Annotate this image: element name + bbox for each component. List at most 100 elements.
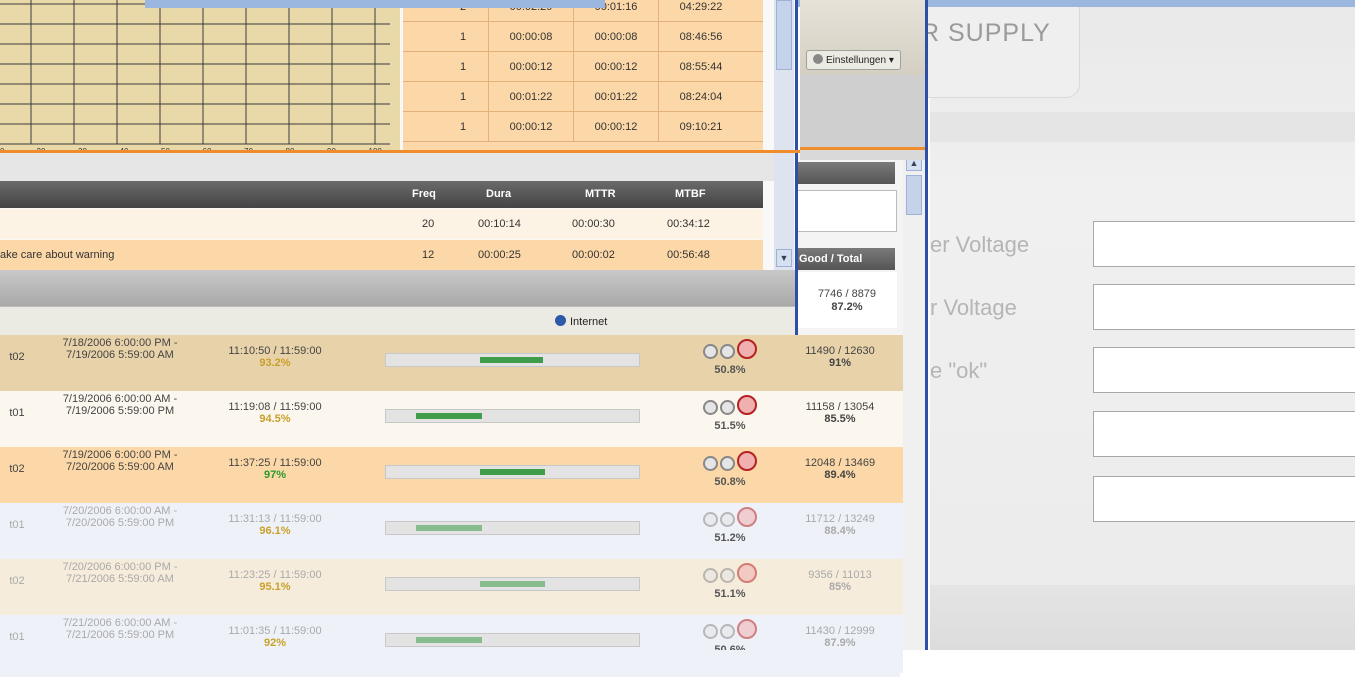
alert-light-icon[interactable] <box>737 395 757 415</box>
ok-input[interactable] <box>1093 347 1355 393</box>
col-dura[interactable]: Dura <box>486 188 511 200</box>
col-freq[interactable]: Freq <box>412 188 436 200</box>
col-mtbf[interactable]: MTBF <box>675 188 706 200</box>
stop-detail-table: 200:02:2900:01:1604:29:22100:00:0800:00:… <box>403 0 763 150</box>
timeline-bar[interactable] <box>385 633 640 647</box>
field-label-voltage-1: er Voltage <box>930 232 1030 257</box>
detail-row[interactable]: 1 00:00:12 00:00:12 08:55:44 <box>403 52 763 82</box>
voltage-input-2[interactable] <box>1093 284 1355 330</box>
alert-light-icon[interactable] <box>737 339 757 359</box>
status-lights: 51.5% <box>695 395 765 432</box>
alert-light-icon[interactable] <box>737 563 757 583</box>
status-lights: 50.8% <box>695 339 765 376</box>
status-lights: 51.2% <box>695 507 765 544</box>
good-total: 9356 / 11013 85% <box>785 569 895 593</box>
shift-row[interactable]: t01 7/19/2006 6:00:00 AM - 7/19/2006 5:59… <box>0 391 903 449</box>
availability-pct: 51.1% <box>714 588 746 600</box>
shift-id: t01 <box>9 407 25 419</box>
detail-t1: 00:00:08 <box>488 22 573 52</box>
blank-area <box>0 650 900 677</box>
run-time-pct: 96.1% <box>259 525 291 537</box>
voltage-input-1[interactable] <box>1093 221 1355 267</box>
settings-label: Einstellungen <box>826 55 887 66</box>
detail-row[interactable]: 1 00:01:22 00:01:22 08:24:04 <box>403 82 763 112</box>
input-field-4[interactable] <box>1093 411 1355 457</box>
supply-title: R SUPPLY <box>921 19 1051 47</box>
status-light-icon[interactable] <box>720 344 735 359</box>
detail-t3: 08:46:56 <box>658 22 743 52</box>
scroll-thumb[interactable] <box>906 175 922 215</box>
shift-period: 7/18/2006 6:00:00 PM - 7/19/2006 5:59:00… <box>62 337 178 361</box>
good-total-value: 11430 / 12999 <box>805 625 875 637</box>
summary-pct: 87.2% <box>831 301 863 313</box>
good-total-pct: 85.5% <box>824 413 856 425</box>
status-light-icon[interactable] <box>720 400 735 415</box>
stop-list-row[interactable]: 20 00:10:14 00:00:30 00:34:12 <box>0 209 763 239</box>
browser-status-bar: Internet <box>0 306 795 335</box>
detail-popup-window: 02030405060708090100 200:02:2900:01:1604… <box>0 0 800 335</box>
good-total-pct: 85% <box>828 581 852 593</box>
col-mttr[interactable]: MTTR <box>585 188 616 200</box>
detail-count: 1 <box>459 61 467 73</box>
popup-spacer <box>0 153 774 181</box>
timeline-bar[interactable] <box>385 577 640 591</box>
timeline-bar[interactable] <box>385 465 640 479</box>
main-filter-box[interactable] <box>797 190 897 232</box>
popup-scroll-down-button[interactable]: ▼ <box>776 249 792 267</box>
shift-row[interactable]: t02 7/19/2006 6:00:00 PM - 7/20/2006 5:59… <box>0 447 903 505</box>
detail-t3: 08:24:04 <box>658 82 743 112</box>
alert-light-icon[interactable] <box>737 619 757 639</box>
timeline-bar[interactable] <box>385 521 640 535</box>
shift-id: t02 <box>9 463 25 475</box>
stop-mtbf: 00:56:48 <box>667 249 710 261</box>
input-field-5[interactable] <box>1093 476 1355 522</box>
shift-period: 7/21/2006 6:00:00 AM - 7/21/2006 5:59:00… <box>62 617 178 641</box>
status-light-icon[interactable] <box>720 624 735 639</box>
supply-title-box: R SUPPLY <box>920 0 1080 98</box>
timeline-bar[interactable] <box>385 409 640 423</box>
good-total: 11430 / 12999 87.9% <box>785 625 895 649</box>
shift-row[interactable]: t02 7/18/2006 6:00:00 PM - 7/19/2006 5:59… <box>0 335 903 393</box>
good-total-value: 11490 / 12630 <box>805 345 875 357</box>
shift-row[interactable]: t02 7/20/2006 6:00:00 PM - 7/21/2006 5:59… <box>0 559 903 617</box>
status-light-icon[interactable] <box>703 344 718 359</box>
stop-list-header: Freq Dura MTTR MTBF <box>0 181 763 208</box>
good-total-value: 11158 / 13054 <box>805 401 875 413</box>
settings-button[interactable]: Einstellungen ▾ <box>806 50 901 70</box>
shift-period: 7/20/2006 6:00:00 PM - 7/21/2006 5:59:00… <box>62 561 178 585</box>
status-light-icon[interactable] <box>703 512 718 527</box>
status-light-icon[interactable] <box>720 568 735 583</box>
popup-scroll-thumb[interactable] <box>776 0 792 70</box>
stop-list-row[interactable]: ake care about warning 12 00:00:25 00:00:02… <box>0 240 763 270</box>
run-time-pct: 95.1% <box>259 581 291 593</box>
shift-period: 7/19/2006 6:00:00 PM - 7/20/2006 5:59:00… <box>62 449 178 473</box>
good-total-pct: 91% <box>828 357 852 369</box>
run-time: 11:23:25 / 11:59:00 95.1% <box>205 569 345 593</box>
main-scrollbar[interactable] <box>903 150 925 650</box>
alert-light-icon[interactable] <box>737 507 757 527</box>
detail-count: 1 <box>459 31 467 43</box>
shift-id: t01 <box>9 631 25 643</box>
status-lights: 51.1% <box>695 563 765 600</box>
settings-icon <box>813 54 823 64</box>
status-light-icon[interactable] <box>703 624 718 639</box>
detail-t2: 00:00:08 <box>573 22 658 52</box>
good-total-pct: 87.9% <box>824 637 856 649</box>
good-total-value: 12048 / 13469 <box>804 457 876 469</box>
run-time: 11:31:13 / 11:59:00 96.1% <box>205 513 345 537</box>
status-light-icon[interactable] <box>720 512 735 527</box>
status-light-icon[interactable] <box>720 456 735 471</box>
field-label-voltage-2: r Voltage <box>930 295 1017 320</box>
status-light-icon[interactable] <box>703 456 718 471</box>
detail-row[interactable]: 1 00:00:08 00:00:08 08:46:56 <box>403 22 763 52</box>
timeline-bar[interactable] <box>385 353 640 367</box>
shift-row[interactable]: t01 7/20/2006 6:00:00 AM - 7/20/2006 5:59… <box>0 503 903 561</box>
good-total-header[interactable]: Good / Total <box>795 248 895 270</box>
alert-light-icon[interactable] <box>737 451 757 471</box>
status-light-icon[interactable] <box>703 568 718 583</box>
status-light-icon[interactable] <box>703 400 718 415</box>
detail-row[interactable]: 1 00:00:12 00:00:12 09:10:21 <box>403 112 763 142</box>
stop-mtbf: 00:34:12 <box>667 218 710 230</box>
detail-t1: 00:01:22 <box>488 82 573 112</box>
status-lights: 50.8% <box>695 451 765 488</box>
